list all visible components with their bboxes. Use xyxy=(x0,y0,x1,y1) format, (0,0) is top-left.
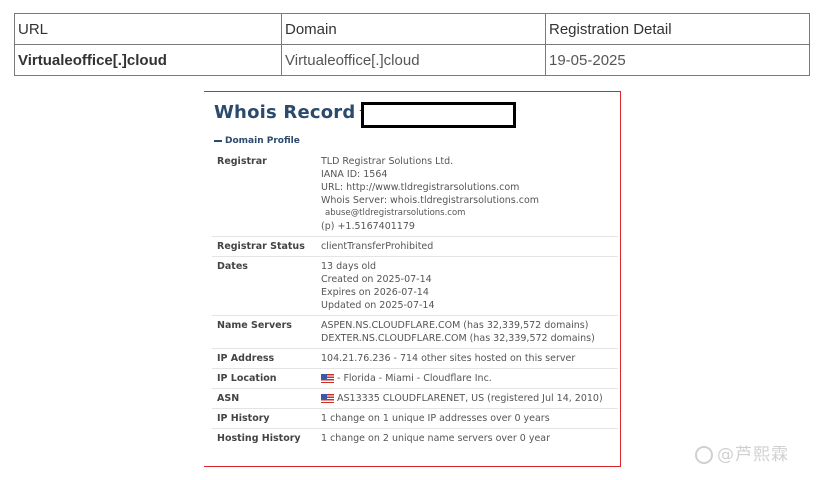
label-registrar-status: Registrar Status xyxy=(217,241,305,252)
domain-age: 13 days old xyxy=(321,261,377,272)
row-hosting-history: Hosting History 1 change on 2 unique nam… xyxy=(212,429,618,448)
ip-location-value: - Florida - Miami - Cloudflare Inc. xyxy=(337,373,492,384)
value-hosting-history: 1 change on 2 unique name servers over 0… xyxy=(321,432,618,445)
row-name-servers: Name Servers ASPEN.NS.CLOUDFLARE.COM (ha… xyxy=(212,316,618,349)
whois-record-panel: Whois Recordfor Domain Profile Registrar… xyxy=(204,91,621,467)
value-ip-history: 1 change on 1 unique IP addresses over 0… xyxy=(321,412,618,425)
registrar-url[interactable]: URL: http://www.tldregistrarsolutions.co… xyxy=(321,181,618,194)
us-flag-icon xyxy=(321,374,334,383)
registrar-abuse-email: abuse@tldregistrarsolutions.com xyxy=(325,208,466,218)
value-asn: AS13335 CLOUDFLARENET, US (registered Ju… xyxy=(321,392,618,405)
value-registrar-status: clientTransferProhibited xyxy=(321,240,618,253)
header-domain: Domain xyxy=(281,13,546,45)
whois-rows: Registrar TLD Registrar Solutions Ltd. I… xyxy=(212,152,618,448)
status-value: clientTransferProhibited xyxy=(321,241,434,252)
us-flag-icon xyxy=(321,394,334,403)
domain-profile-toggle[interactable]: Domain Profile xyxy=(214,136,300,146)
label-hosting-history: Hosting History xyxy=(217,433,301,444)
value-registrar: TLD Registrar Solutions Ltd. IANA ID: 15… xyxy=(321,155,618,233)
ip-history-value: 1 change on 1 unique IP addresses over 0… xyxy=(321,413,550,424)
label-ip-address: IP Address xyxy=(217,353,275,364)
redacted-domain-box xyxy=(361,102,516,128)
table-row: Virtualeoffice[.]cloud Virtualeoffice[.]… xyxy=(14,44,810,76)
value-ip-location: - Florida - Miami - Cloudflare Inc. xyxy=(321,372,618,385)
row-dates: Dates 13 days old Created on 2025-07-14 … xyxy=(212,257,618,316)
cell-registration: 19-05-2025 xyxy=(545,44,810,76)
registrar-whois-server: Whois Server: whois.tldregistrarsolution… xyxy=(321,195,540,206)
row-asn: ASN AS13335 CLOUDFLARENET, US (registere… xyxy=(212,389,618,409)
watermark-text: @芦熙霖 xyxy=(717,445,789,465)
label-asn: ASN xyxy=(217,393,240,404)
watermark: @芦熙霖 xyxy=(695,440,789,465)
cell-domain: Virtualeoffice[.]cloud xyxy=(281,44,546,76)
label-name-servers: Name Servers xyxy=(217,320,292,331)
indicator-table: URL Domain Registration Detail Virtualeo… xyxy=(14,13,810,76)
updated-date: Updated on 2025-07-14 xyxy=(321,300,435,311)
row-ip-history: IP History 1 change on 1 unique IP addre… xyxy=(212,409,618,429)
label-registrar: Registrar xyxy=(217,156,267,167)
registrar-iana: IANA ID: 1564 xyxy=(321,169,388,180)
value-ip-address: 104.21.76.236 - 714 other sites hosted o… xyxy=(321,352,618,365)
asn-value: AS13335 CLOUDFLARENET, US (registered Ju… xyxy=(337,393,603,404)
whois-title: Whois Recordfor xyxy=(214,102,379,123)
created-date: Created on 2025-07-14 xyxy=(321,274,432,285)
header-url: URL xyxy=(14,13,282,45)
name-server-1: ASPEN.NS.CLOUDFLARE.COM (has 32,339,572 … xyxy=(321,320,589,331)
row-ip-location: IP Location - Florida - Miami - Cloudfla… xyxy=(212,369,618,389)
table-header-row: URL Domain Registration Detail xyxy=(14,13,810,45)
value-dates: 13 days old Created on 2025-07-14 Expire… xyxy=(321,260,618,312)
registrar-name: TLD Registrar Solutions Ltd. xyxy=(321,156,454,167)
header-registration: Registration Detail xyxy=(545,13,810,45)
watermark-logo-icon xyxy=(695,446,713,464)
domain-profile-label: Domain Profile xyxy=(225,136,300,146)
label-dates: Dates xyxy=(217,261,248,272)
row-registrar: Registrar TLD Registrar Solutions Ltd. I… xyxy=(212,152,618,237)
name-server-2: DEXTER.NS.CLOUDFLARE.COM (has 32,339,572… xyxy=(321,333,595,344)
row-ip-address: IP Address 104.21.76.236 - 714 other sit… xyxy=(212,349,618,369)
label-ip-location: IP Location xyxy=(217,373,277,384)
registrar-phone: (p) +1.5167401179 xyxy=(321,221,415,232)
cell-url: Virtualeoffice[.]cloud xyxy=(14,44,282,76)
collapse-icon xyxy=(214,139,222,142)
whois-title-text: Whois Record xyxy=(214,102,356,123)
ip-address-value: 104.21.76.236 - 714 other sites hosted o… xyxy=(321,353,576,364)
hosting-history-value: 1 change on 2 unique name servers over 0… xyxy=(321,433,551,444)
expires-date: Expires on 2026-07-14 xyxy=(321,287,429,298)
row-registrar-status: Registrar Status clientTransferProhibite… xyxy=(212,237,618,257)
label-ip-history: IP History xyxy=(217,413,270,424)
value-name-servers: ASPEN.NS.CLOUDFLARE.COM (has 32,339,572 … xyxy=(321,319,618,345)
